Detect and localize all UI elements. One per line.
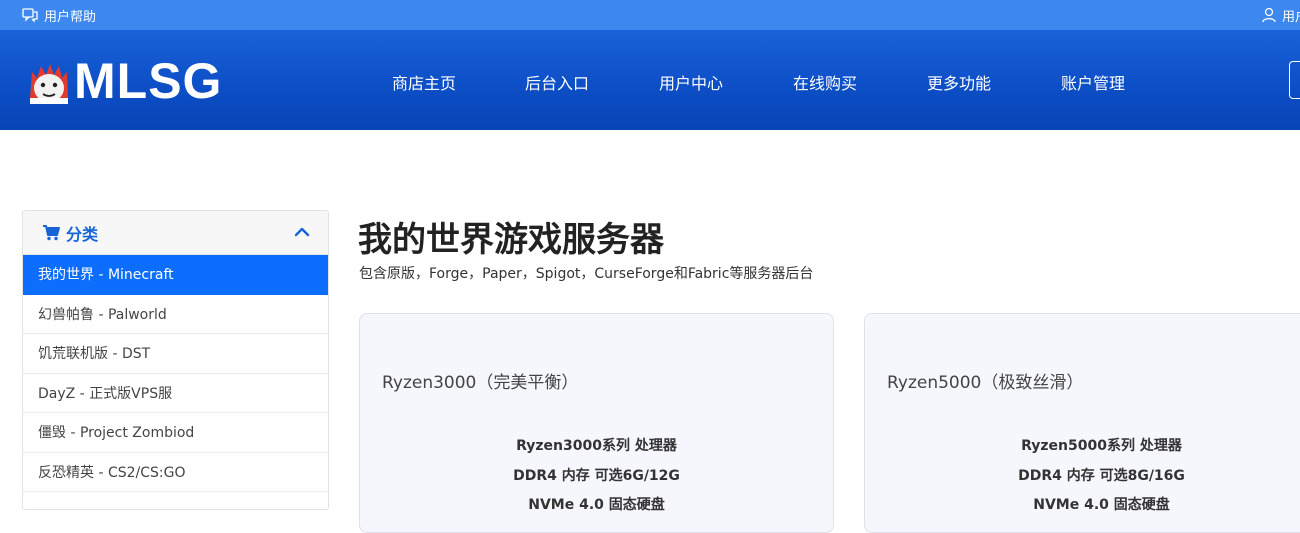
category-header-label: 分类 [66,224,99,244]
nav-store-home[interactable]: 商店主页 [392,70,456,94]
nav-admin-panel[interactable]: 后台入口 [525,70,589,94]
category-item-minecraft[interactable]: 我的世界 - Minecraft [23,255,328,295]
category-item-dayz[interactable]: DayZ - 正式版VPS服 [23,374,328,413]
category-header[interactable]: 分类 [23,211,328,255]
header-action-button[interactable] [1289,61,1300,99]
product-spec-storage: NVMe 4.0 固态硬盘 [528,497,665,513]
site-logo[interactable]: MLSG [26,56,222,106]
nav-account-management[interactable]: 账户管理 [1061,70,1125,94]
category-item-project-zomboid[interactable]: 僵毁 - Project Zombiod [23,413,328,453]
mascot-logo-icon [26,58,72,104]
help-label: 用户帮助 [44,9,97,25]
product-spec-memory: DDR4 内存 可选8G/16G [1018,468,1185,484]
cart-icon [42,224,60,241]
category-item-palworld[interactable]: 幻兽帕鲁 - Palworld [23,295,328,334]
help-link[interactable]: 用户帮助 [22,0,96,30]
user-link[interactable]: 用户 [1262,0,1300,30]
product-card[interactable]: Ryzen5000（极致丝滑） Ryzen5000系列 处理器 DDR4 内存 … [864,313,1300,533]
product-card-title: Ryzen5000（极致丝滑） [887,373,1084,393]
category-sidebar: 分类 我的世界 - Minecraft 幻兽帕鲁 - Palworld 饥荒联机… [22,210,329,510]
nav-user-center[interactable]: 用户中心 [659,70,723,94]
user-label: 用户 [1282,9,1300,25]
page-subtitle: 包含原版，Forge，Paper，Spigot，CurseForge和Fabri… [359,266,814,282]
page-title: 我的世界游戏服务器 [358,220,664,260]
chevron-up-icon[interactable] [294,224,310,244]
chat-bubbles-icon [22,7,38,23]
nav-more-features[interactable]: 更多功能 [927,70,991,94]
product-spec-memory: DDR4 内存 可选6G/12G [513,468,680,484]
product-card-title: Ryzen3000（完美平衡） [382,373,579,393]
nav-online-purchase[interactable]: 在线购买 [793,70,857,94]
product-card[interactable]: Ryzen3000（完美平衡） Ryzen3000系列 处理器 DDR4 内存 … [359,313,834,533]
top-bar: 用户帮助 用户 [0,0,1300,30]
product-spec-cpu: Ryzen3000系列 处理器 [516,438,677,454]
user-icon [1262,7,1276,23]
logo-text: MLSG [74,53,223,109]
product-spec-cpu: Ryzen5000系列 处理器 [1021,438,1182,454]
product-spec-storage: NVMe 4.0 固态硬盘 [1033,497,1170,513]
category-item-cs2[interactable]: 反恐精英 - CS2/CS:GO [23,453,328,492]
category-item-dst[interactable]: 饥荒联机版 - DST [23,334,328,374]
